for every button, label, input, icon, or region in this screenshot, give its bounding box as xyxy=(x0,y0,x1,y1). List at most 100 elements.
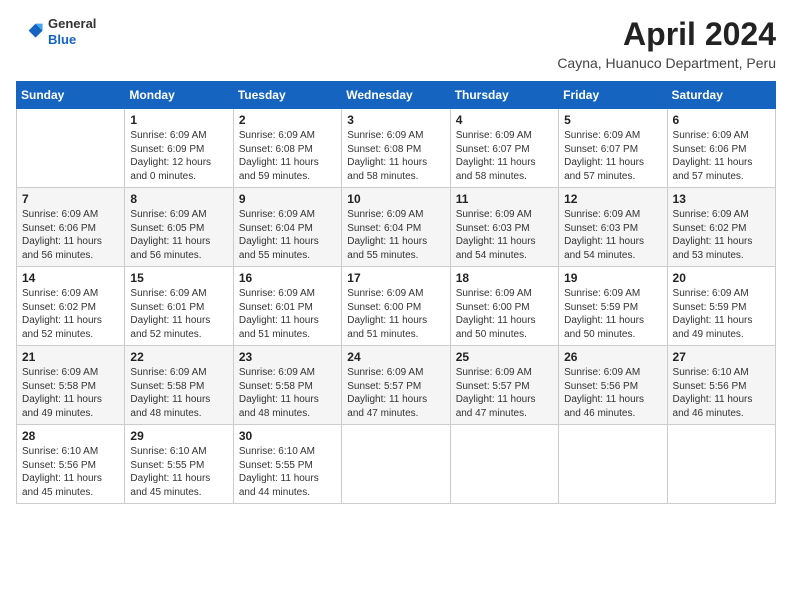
day-info: Sunrise: 6:09 AMSunset: 6:02 PMDaylight:… xyxy=(673,208,770,262)
calendar-cell: 4 Sunrise: 6:09 AMSunset: 6:07 PMDaylight… xyxy=(450,109,558,188)
day-number: 12 xyxy=(564,192,661,206)
day-number: 16 xyxy=(239,271,336,285)
calendar-cell: 15 Sunrise: 6:09 AMSunset: 6:01 PMDayligh… xyxy=(125,267,233,346)
day-number: 9 xyxy=(239,192,336,206)
calendar-cell: 14 Sunrise: 6:09 AMSunset: 6:02 PMDayligh… xyxy=(17,267,125,346)
calendar-cell: 6Sunrise: 6:09 AMSunset: 6:06 PMDaylight… xyxy=(667,109,775,188)
column-header-thursday: Thursday xyxy=(450,82,558,109)
day-number: 7 xyxy=(22,192,119,206)
calendar-cell: 8 Sunrise: 6:09 AMSunset: 6:05 PMDaylight… xyxy=(125,188,233,267)
day-info: Sunrise: 6:10 AMSunset: 5:56 PMDaylight:… xyxy=(673,366,770,420)
column-header-friday: Friday xyxy=(559,82,667,109)
day-info: Sunrise: 6:09 AMSunset: 6:01 PMDaylight:… xyxy=(130,287,227,341)
day-info: Sunrise: 6:09 AMSunset: 6:05 PMDaylight:… xyxy=(130,208,227,262)
day-info: Sunrise: 6:09 AMSunset: 6:00 PMDaylight:… xyxy=(456,287,553,341)
day-number: 30 xyxy=(239,429,336,443)
day-number: 15 xyxy=(130,271,227,285)
day-info: Sunrise: 6:09 AMSunset: 6:03 PMDaylight:… xyxy=(564,208,661,262)
day-info: Sunrise: 6:09 AMSunset: 6:04 PMDaylight:… xyxy=(239,208,336,262)
calendar-body: 1Sunrise: 6:09 AMSunset: 6:09 PMDaylight… xyxy=(17,109,776,504)
title-area: April 2024 Cayna, Huanuco Department, Pe… xyxy=(557,16,776,71)
week-row-1: 1Sunrise: 6:09 AMSunset: 6:09 PMDaylight… xyxy=(17,109,776,188)
day-info: Sunrise: 6:09 AMSunset: 6:07 PMDaylight:… xyxy=(456,129,553,183)
calendar-cell: 9 Sunrise: 6:09 AMSunset: 6:04 PMDaylight… xyxy=(233,188,341,267)
week-row-3: 14 Sunrise: 6:09 AMSunset: 6:02 PMDayligh… xyxy=(17,267,776,346)
calendar-cell xyxy=(559,425,667,504)
day-number: 4 xyxy=(456,113,553,127)
day-number: 14 xyxy=(22,271,119,285)
calendar-cell: 18 Sunrise: 6:09 AMSunset: 6:00 PMDayligh… xyxy=(450,267,558,346)
day-info: Sunrise: 6:09 AMSunset: 5:59 PMDaylight:… xyxy=(673,287,770,341)
week-row-4: 21 Sunrise: 6:09 AMSunset: 5:58 PMDayligh… xyxy=(17,346,776,425)
calendar-cell: 17 Sunrise: 6:09 AMSunset: 6:00 PMDayligh… xyxy=(342,267,450,346)
calendar-cell: 7 Sunrise: 6:09 AMSunset: 6:06 PMDaylight… xyxy=(17,188,125,267)
calendar-cell: 28Sunrise: 6:10 AMSunset: 5:56 PMDayligh… xyxy=(17,425,125,504)
calendar-cell: 16 Sunrise: 6:09 AMSunset: 6:01 PMDayligh… xyxy=(233,267,341,346)
day-info: Sunrise: 6:09 AMSunset: 6:06 PMDaylight:… xyxy=(673,129,770,183)
calendar-cell: 20Sunrise: 6:09 AMSunset: 5:59 PMDayligh… xyxy=(667,267,775,346)
day-number: 19 xyxy=(564,271,661,285)
calendar-cell xyxy=(342,425,450,504)
calendar-cell: 27 Sunrise: 6:10 AMSunset: 5:56 PMDayligh… xyxy=(667,346,775,425)
calendar-cell: 21Sunrise: 6:09 AMSunset: 5:58 PMDayligh… xyxy=(17,346,125,425)
day-number: 8 xyxy=(130,192,227,206)
day-info: Sunrise: 6:09 AMSunset: 6:06 PMDaylight:… xyxy=(22,208,119,262)
calendar-cell xyxy=(17,109,125,188)
column-header-monday: Monday xyxy=(125,82,233,109)
logo-blue: Blue xyxy=(48,32,96,48)
calendar-cell: 24 Sunrise: 6:09 AMSunset: 5:57 PMDayligh… xyxy=(342,346,450,425)
day-info: Sunrise: 6:09 AMSunset: 6:02 PMDaylight:… xyxy=(22,287,119,341)
calendar-cell: 29 Sunrise: 6:10 AMSunset: 5:55 PMDayligh… xyxy=(125,425,233,504)
day-info: Sunrise: 6:09 AMSunset: 6:01 PMDaylight:… xyxy=(239,287,336,341)
column-header-wednesday: Wednesday xyxy=(342,82,450,109)
day-number: 13 xyxy=(673,192,770,206)
day-info: Sunrise: 6:09 AMSunset: 6:03 PMDaylight:… xyxy=(456,208,553,262)
day-number: 27 xyxy=(673,350,770,364)
calendar-cell: 19 Sunrise: 6:09 AMSunset: 5:59 PMDayligh… xyxy=(559,267,667,346)
day-number: 21 xyxy=(22,350,119,364)
day-info: Sunrise: 6:09 AMSunset: 6:07 PMDaylight:… xyxy=(564,129,661,183)
day-info: Sunrise: 6:09 AMSunset: 5:59 PMDaylight:… xyxy=(564,287,661,341)
day-number: 5 xyxy=(564,113,661,127)
day-number: 17 xyxy=(347,271,444,285)
calendar-cell: 10Sunrise: 6:09 AMSunset: 6:04 PMDayligh… xyxy=(342,188,450,267)
logo-text: General Blue xyxy=(48,16,96,47)
calendar-cell: 30 Sunrise: 6:10 AMSunset: 5:55 PMDayligh… xyxy=(233,425,341,504)
day-number: 22 xyxy=(130,350,227,364)
day-info: Sunrise: 6:10 AMSunset: 5:55 PMDaylight:… xyxy=(130,445,227,499)
day-info: Sunrise: 6:09 AMSunset: 6:00 PMDaylight:… xyxy=(347,287,444,341)
location: Cayna, Huanuco Department, Peru xyxy=(557,55,776,71)
day-info: Sunrise: 6:09 AMSunset: 6:09 PMDaylight:… xyxy=(130,129,227,183)
calendar-cell: 12 Sunrise: 6:09 AMSunset: 6:03 PMDayligh… xyxy=(559,188,667,267)
calendar-cell: 26Sunrise: 6:09 AMSunset: 5:56 PMDayligh… xyxy=(559,346,667,425)
day-number: 2 xyxy=(239,113,336,127)
logo-icon xyxy=(16,18,44,46)
day-number: 29 xyxy=(130,429,227,443)
day-number: 24 xyxy=(347,350,444,364)
day-number: 26 xyxy=(564,350,661,364)
day-number: 3 xyxy=(347,113,444,127)
day-number: 25 xyxy=(456,350,553,364)
calendar-cell: 25 Sunrise: 6:09 AMSunset: 5:57 PMDayligh… xyxy=(450,346,558,425)
logo: General Blue xyxy=(16,16,96,47)
calendar-cell xyxy=(450,425,558,504)
day-info: Sunrise: 6:09 AMSunset: 6:08 PMDaylight:… xyxy=(347,129,444,183)
day-number: 23 xyxy=(239,350,336,364)
day-info: Sunrise: 6:09 AMSunset: 6:08 PMDaylight:… xyxy=(239,129,336,183)
day-info: Sunrise: 6:09 AMSunset: 5:57 PMDaylight:… xyxy=(347,366,444,420)
day-info: Sunrise: 6:09 AMSunset: 5:58 PMDaylight:… xyxy=(239,366,336,420)
column-header-tuesday: Tuesday xyxy=(233,82,341,109)
calendar-cell: 1Sunrise: 6:09 AMSunset: 6:09 PMDaylight… xyxy=(125,109,233,188)
day-number: 18 xyxy=(456,271,553,285)
column-header-saturday: Saturday xyxy=(667,82,775,109)
calendar-cell: 22Sunrise: 6:09 AMSunset: 5:58 PMDayligh… xyxy=(125,346,233,425)
week-row-2: 7 Sunrise: 6:09 AMSunset: 6:06 PMDaylight… xyxy=(17,188,776,267)
day-info: Sunrise: 6:09 AMSunset: 5:57 PMDaylight:… xyxy=(456,366,553,420)
calendar-cell: 5 Sunrise: 6:09 AMSunset: 6:07 PMDaylight… xyxy=(559,109,667,188)
day-info: Sunrise: 6:10 AMSunset: 5:55 PMDaylight:… xyxy=(239,445,336,499)
calendar-cell: 11 Sunrise: 6:09 AMSunset: 6:03 PMDayligh… xyxy=(450,188,558,267)
column-header-sunday: Sunday xyxy=(17,82,125,109)
calendar-header: SundayMondayTuesdayWednesdayThursdayFrid… xyxy=(17,82,776,109)
calendar-cell: 23 Sunrise: 6:09 AMSunset: 5:58 PMDayligh… xyxy=(233,346,341,425)
day-number: 11 xyxy=(456,192,553,206)
